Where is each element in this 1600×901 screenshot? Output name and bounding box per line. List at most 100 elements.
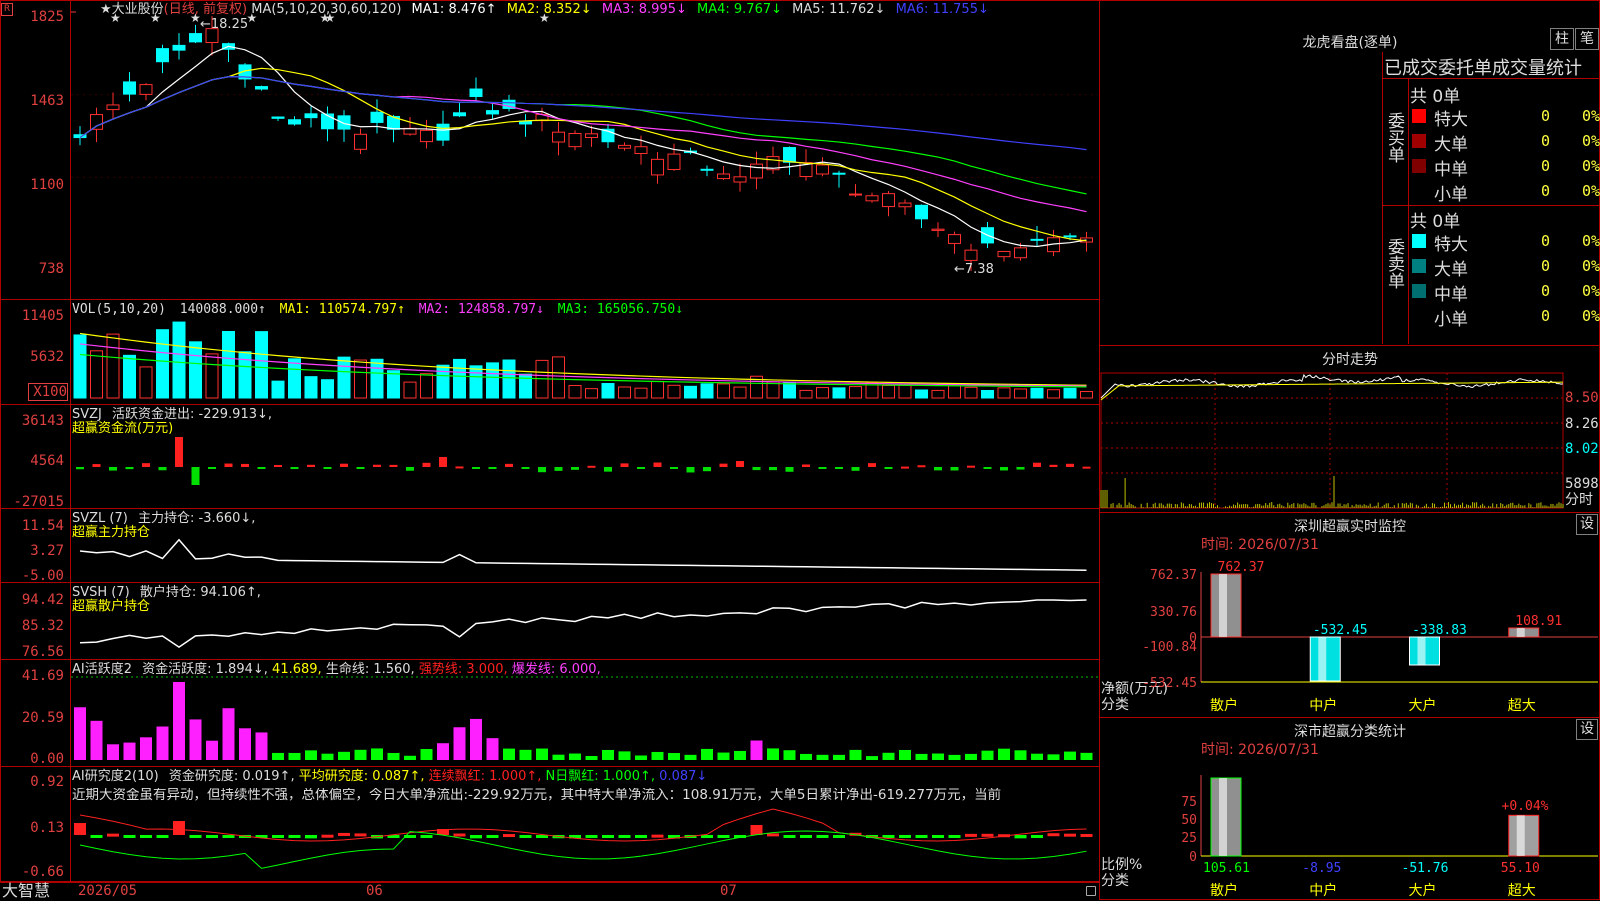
buy-total: 共 0单 [1410, 87, 1461, 107]
activity-bar [404, 755, 416, 760]
research-bar [1080, 833, 1093, 837]
volume-bar [1080, 391, 1093, 399]
activity-bar [750, 740, 763, 760]
volume-bar [1030, 387, 1044, 399]
activity-bar [173, 682, 185, 760]
activity-bar [734, 750, 746, 760]
volume-bar [1014, 388, 1027, 399]
ma-line [79, 76, 1087, 151]
svzl-header: SVZL (7) 主力持仓: -3.660↓, [72, 511, 256, 526]
fund-flow-bar [1016, 467, 1025, 470]
kline-candle [238, 63, 252, 88]
activity-bar [1031, 753, 1043, 760]
fund-flow-bar [950, 467, 959, 471]
activity-bar [569, 753, 581, 760]
fund-flow-bar [752, 467, 761, 471]
period-mode[interactable]: (日线, 前复权) [164, 2, 247, 17]
research-bar [816, 835, 829, 838]
kline-candle [1030, 225, 1044, 247]
sz-class-settings-button[interactable]: 设 [1576, 719, 1598, 740]
kline-candle [601, 123, 615, 148]
low-price-label: ←7.38 [954, 262, 994, 277]
sz-monitor-ylabel: 净额(万元) [1101, 681, 1168, 697]
intraday-vol-label: 5898 [1565, 476, 1599, 492]
volume-bar [832, 387, 846, 399]
research-bar [1064, 833, 1076, 837]
svzl-ytick: 11.54 [21, 518, 64, 534]
activity-bar [272, 752, 284, 760]
sell-row-percent: 0% [1581, 257, 1600, 275]
kline-candle [486, 102, 499, 120]
kline-candle [898, 199, 912, 215]
volume-bar [255, 331, 268, 399]
volume-bar [997, 387, 1011, 399]
volume-bar [337, 356, 351, 399]
kline-candle [931, 222, 945, 238]
activity-bar [602, 749, 614, 760]
fund-flow-bar [373, 464, 381, 467]
fund-flow-bar [1000, 467, 1008, 471]
kline-candle [832, 170, 846, 188]
svzj-ytick: -27015 [13, 494, 64, 510]
buy-row-label: 小单 [1434, 185, 1468, 205]
sz-monitor-panel [1099, 512, 1600, 718]
vol-unit: X100 [28, 383, 68, 401]
volume-bar [370, 358, 384, 399]
research-bar [503, 834, 515, 838]
kline-ytick: 1100 [30, 177, 64, 193]
research-bar [882, 835, 895, 838]
activity-bar [684, 754, 697, 760]
svzj-sub: 超赢资金流(万元) [72, 421, 174, 436]
fund-flow-bar [505, 463, 513, 467]
bar-mode-button[interactable]: 柱 [1550, 28, 1574, 50]
vol-ytick: 11405 [21, 308, 64, 324]
activity-bar [90, 720, 103, 760]
buy-row-label: 中单 [1434, 160, 1468, 180]
fund-flow-bar [175, 437, 183, 467]
research-bar [651, 834, 664, 838]
research-bar [123, 835, 136, 838]
research-bar [635, 835, 647, 838]
svzj-header: SVZJ 活跃资金进出: -229.913↓, [72, 407, 273, 422]
kline-ytick: 1825 [30, 9, 64, 25]
volume-bar [585, 388, 598, 399]
tick-mode-button[interactable]: 笔 [1575, 28, 1599, 50]
ma-line [79, 76, 1087, 213]
intraday-panel[interactable] [1099, 345, 1600, 513]
fund-flow-bar [76, 467, 84, 470]
ma4-value: MA4: 9.767↓ [697, 2, 783, 17]
sz-monitor-xlabel: 分类 [1101, 697, 1129, 713]
buy-row-percent: 0% [1581, 132, 1600, 150]
kline-candle [1080, 231, 1093, 252]
research-bar [420, 835, 433, 838]
volume-bar [700, 383, 714, 399]
ai1-ytick: 0.00 [30, 751, 64, 767]
fund-flow-bar [323, 467, 332, 469]
research-bar [486, 835, 499, 838]
sell-total: 共 0单 [1410, 212, 1461, 232]
activity-bar [635, 755, 647, 760]
stock-name[interactable]: 大业股份 [112, 2, 164, 17]
fund-flow-bar [125, 467, 134, 470]
research-bar [767, 833, 779, 837]
fund-flow-bar [455, 466, 464, 469]
sell-color-swatch [1412, 284, 1426, 298]
research-bar [932, 835, 944, 838]
kline-candle [222, 42, 235, 62]
fund-flow-bar [257, 467, 266, 469]
brand-logo[interactable]: 大智慧 [2, 882, 50, 900]
fund-flow-bar [620, 463, 629, 467]
lock-icon[interactable] [1086, 886, 1096, 896]
fund-flow-bar [967, 465, 975, 468]
sz-class-panel [1099, 717, 1600, 900]
ai1-ytick: 20.59 [21, 710, 64, 726]
kline-candle [882, 191, 895, 217]
research-bar [783, 835, 796, 838]
volume-bar [948, 385, 961, 399]
activity-bar [783, 750, 796, 760]
research-bar [156, 835, 169, 838]
sz-monitor-settings-button[interactable]: 设 [1576, 514, 1598, 535]
buy-color-swatch [1412, 134, 1426, 148]
kline-candle [469, 77, 483, 102]
sz-class-title: 深市超赢分类统计 [1294, 724, 1406, 740]
